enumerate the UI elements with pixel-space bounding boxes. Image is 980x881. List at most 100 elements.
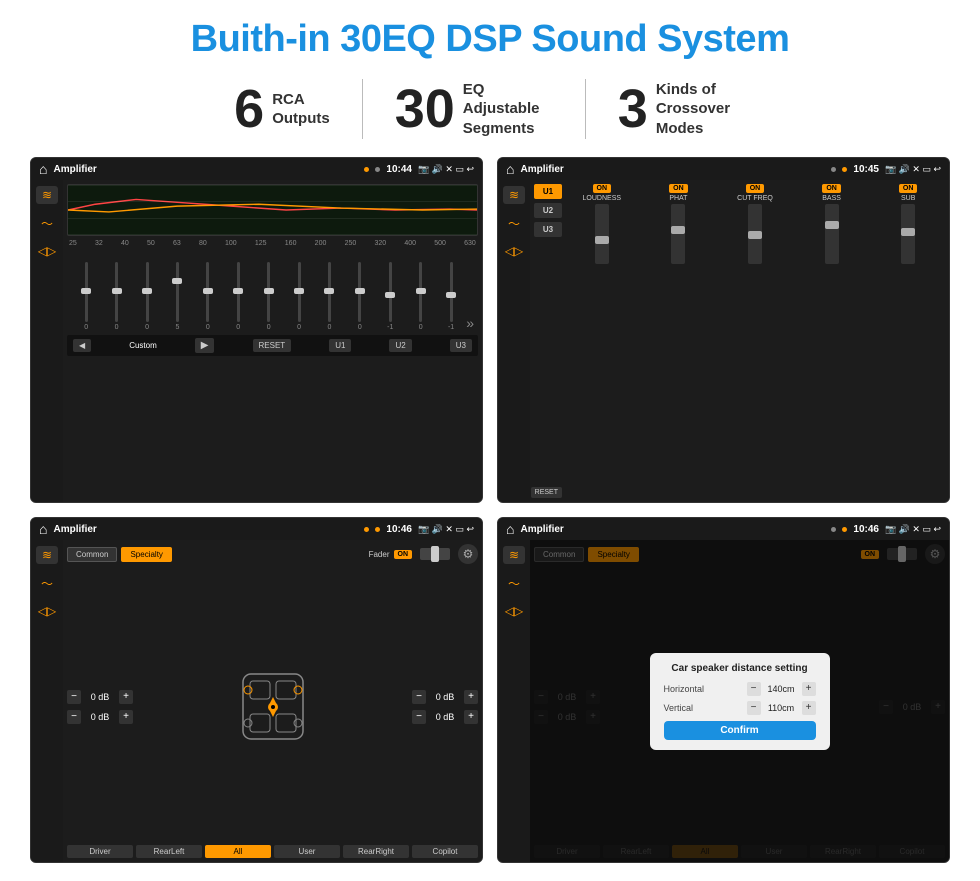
bass-on[interactable]: ON [822, 184, 841, 193]
sidebar-vol-icon-2[interactable]: ◁▷ [503, 242, 525, 260]
btn-rearleft[interactable]: RearLeft [136, 845, 202, 858]
sidebar-vol-icon-3[interactable]: ◁▷ [36, 602, 58, 620]
cutfreq-on[interactable]: ON [746, 184, 765, 193]
eq-track-13[interactable] [450, 262, 453, 322]
dialog-main-area: Common Specialty ON ⚙ − 0 dB [530, 540, 949, 862]
tab-specialty-3[interactable]: Specialty [121, 547, 171, 562]
loudness-on[interactable]: ON [593, 184, 612, 193]
freq-40: 40 [121, 240, 129, 247]
vertical-plus[interactable]: + [802, 701, 816, 715]
sidebar-1: ≋ 〜 ◁▷ [31, 180, 63, 502]
freq-400: 400 [404, 240, 416, 247]
btn-rearright[interactable]: RearRight [343, 845, 409, 858]
vol-minus-fl[interactable]: − [67, 690, 81, 704]
freq-125: 125 [255, 240, 267, 247]
home-icon-2: ⌂ [506, 161, 514, 177]
phat-label: PHAT [669, 195, 687, 202]
sidebar-eq-icon[interactable]: ≋ [36, 186, 58, 204]
eq-track-1[interactable] [85, 262, 88, 322]
sidebar-2: ≋ 〜 ◁▷ [498, 180, 530, 502]
horizontal-plus[interactable]: + [802, 682, 816, 696]
eq-track-6[interactable] [237, 262, 240, 322]
sidebar-wave-icon-2[interactable]: 〜 [503, 214, 525, 232]
btn-all[interactable]: All [205, 845, 271, 858]
eq-grid [68, 185, 477, 235]
eq-track-5[interactable] [206, 262, 209, 322]
vol-plus-rl[interactable]: + [119, 710, 133, 724]
vol-minus-fr[interactable]: − [412, 690, 426, 704]
eq-reset-btn[interactable]: RESET [253, 339, 292, 352]
horizontal-minus[interactable]: − [747, 682, 761, 696]
fader-slider[interactable] [420, 548, 450, 560]
eq-track-7[interactable] [267, 262, 270, 322]
sidebar-wave-icon-4[interactable]: 〜 [503, 574, 525, 592]
eq-play-btn[interactable]: ▶ [195, 338, 215, 353]
stat-rca-number: 6 [234, 82, 264, 136]
dialog-title: Car speaker distance setting [664, 663, 816, 674]
eq-track-3[interactable] [146, 262, 149, 322]
eq-u1-btn[interactable]: U1 [329, 339, 351, 352]
screen4-content: ≋ 〜 ◁▷ Common Specialty ON ⚙ [498, 540, 949, 862]
screen-eq: ⌂ Amplifier 10:44 📷 🔊 ✕ ▭ ↩ ≋ 〜 ◁▷ [30, 157, 483, 503]
sub-label: SUB [901, 195, 915, 202]
tab-common-3[interactable]: Common [67, 547, 117, 562]
phat-on[interactable]: ON [669, 184, 688, 193]
sidebar-eq-icon-2[interactable]: ≋ [503, 186, 525, 204]
eq-track-11[interactable] [389, 262, 392, 322]
bass-slider[interactable] [825, 204, 839, 264]
vol-plus-fl[interactable]: + [119, 690, 133, 704]
eq-u3-btn[interactable]: U3 [450, 339, 472, 352]
status-dot-8 [842, 527, 847, 532]
vol-plus-rr[interactable]: + [464, 710, 478, 724]
home-icon-4: ⌂ [506, 521, 514, 537]
preset-u3[interactable]: U3 [534, 222, 562, 237]
sidebar-vol-icon-4[interactable]: ◁▷ [503, 602, 525, 620]
amp2-reset-btn[interactable]: RESET [531, 487, 562, 498]
vol-plus-fr[interactable]: + [464, 690, 478, 704]
phat-slider[interactable] [671, 204, 685, 264]
btn-driver[interactable]: Driver [67, 845, 133, 858]
eq-track-8[interactable] [298, 262, 301, 322]
dialog-overlay: Car speaker distance setting Horizontal … [530, 540, 949, 862]
eq-prev-btn[interactable]: ◀ [73, 339, 91, 352]
left-volumes: − 0 dB + − 0 dB + [67, 690, 133, 724]
vol-minus-rl[interactable]: − [67, 710, 81, 724]
sub-on[interactable]: ON [899, 184, 918, 193]
eq-track-10[interactable] [358, 262, 361, 322]
loudness-label: LOUDNESS [583, 195, 622, 202]
confirm-button[interactable]: Confirm [664, 721, 816, 740]
eq-grid-line [68, 234, 477, 235]
screen2-content: ≋ 〜 ◁▷ U1 U2 U3 RESET [498, 180, 949, 502]
freq-50: 50 [147, 240, 155, 247]
status-dot-3 [831, 167, 836, 172]
eq-slider-6: 0 [223, 262, 253, 331]
status-dot-7 [831, 527, 836, 532]
eq-graph [67, 184, 478, 236]
eq-u2-btn[interactable]: U2 [389, 339, 411, 352]
sidebar-wave-icon[interactable]: 〜 [36, 214, 58, 232]
eq-track-9[interactable] [328, 262, 331, 322]
preset-u2[interactable]: U2 [534, 203, 562, 218]
sidebar-vol-icon[interactable]: ◁▷ [36, 242, 58, 260]
preset-u1[interactable]: U1 [534, 184, 562, 199]
btn-copilot[interactable]: Copilot [412, 845, 478, 858]
sidebar-wave-icon-3[interactable]: 〜 [36, 574, 58, 592]
eq-arrows[interactable]: » [466, 315, 474, 331]
eq-slider-2: 0 [101, 262, 131, 331]
cutfreq-slider[interactable] [748, 204, 762, 264]
sidebar-eq-icon-3[interactable]: ≋ [36, 546, 58, 564]
eq-track-12[interactable] [419, 262, 422, 322]
loudness-slider[interactable] [595, 204, 609, 264]
settings-icon-3[interactable]: ⚙ [458, 544, 478, 564]
eq-track-2[interactable] [115, 262, 118, 322]
home-icon-3: ⌂ [39, 521, 47, 537]
amp2-sliders: ON LOUDNESS ON PHAT ON CUT [565, 184, 945, 498]
sidebar-eq-icon-4[interactable]: ≋ [503, 546, 525, 564]
stat-crossover-number: 3 [618, 82, 648, 136]
vol-minus-rr[interactable]: − [412, 710, 426, 724]
vertical-minus[interactable]: − [747, 701, 761, 715]
btn-user[interactable]: User [274, 845, 340, 858]
sub-slider[interactable] [901, 204, 915, 264]
status-dot-6 [375, 527, 380, 532]
eq-track-4[interactable] [176, 262, 179, 322]
